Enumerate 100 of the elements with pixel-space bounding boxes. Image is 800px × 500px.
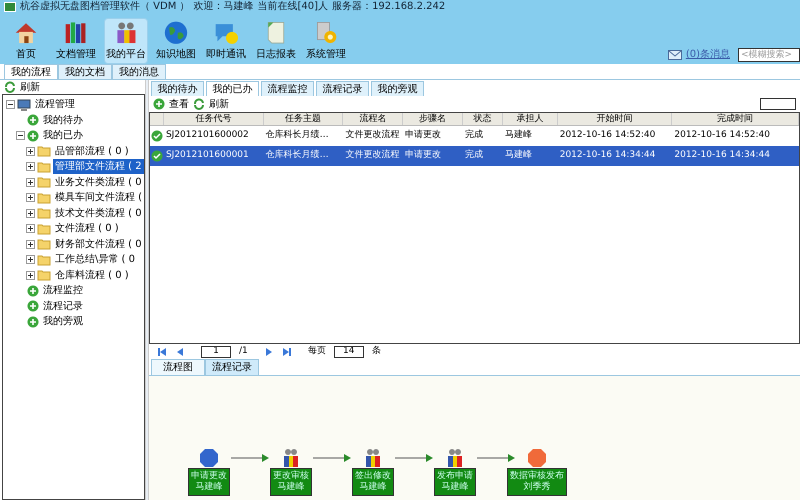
table-cell-text: SJ2012101600001	[164, 149, 250, 162]
messages-link[interactable]: (0)条消息	[686, 47, 730, 62]
tab[interactable]: 流程记录	[316, 81, 369, 96]
search-field[interactable]: <模糊搜索>	[738, 48, 800, 62]
nav-button[interactable]: 日志报表	[254, 18, 298, 64]
tab[interactable]: 流程监控	[261, 81, 314, 96]
minus-box-icon[interactable]	[16, 131, 25, 140]
plus-box-icon[interactable]	[26, 162, 35, 172]
view-button[interactable]: 查看	[169, 96, 189, 112]
table-cell-text: 申请更改	[404, 129, 442, 142]
tree-item[interactable]: 财务部文件流程 ( 0	[53, 236, 144, 252]
plus-box-icon[interactable]	[26, 255, 35, 264]
next-page-icon[interactable]	[264, 347, 274, 357]
column-header: 流程名	[343, 113, 404, 125]
per-page-field[interactable]: 14	[334, 346, 364, 358]
app-title: 杭谷虚拟无盘图档管理软件（ VDM ）	[20, 0, 190, 14]
filter-field[interactable]	[760, 98, 796, 110]
column-header: 完成时间	[672, 113, 799, 125]
tree-item[interactable]: 模具车间文件流程 (	[53, 190, 144, 206]
table-cell-text: 文件更改流程	[344, 149, 400, 162]
table-cell-text: 文件更改流程	[344, 129, 400, 142]
plus-circle-icon	[27, 130, 39, 142]
column-header: 步骤名	[403, 113, 464, 125]
column-header: 承担人	[502, 113, 558, 125]
table-cell-text: 2012-10-16 14:52:40	[558, 129, 656, 142]
refresh-button[interactable]: 刷新	[209, 96, 229, 112]
plus-box-icon[interactable]	[26, 224, 35, 234]
arrow	[395, 454, 433, 462]
tab[interactable]: 我的流程	[4, 64, 58, 79]
plus-circle-icon	[27, 300, 39, 312]
nav-button[interactable]: 即时通讯	[204, 18, 248, 64]
column-header: 任务代号	[164, 113, 264, 125]
refresh-icon	[4, 81, 16, 93]
check-circle-icon	[150, 130, 163, 142]
tree-item[interactable]: 我的旁观	[41, 314, 85, 330]
tree-item[interactable]: 管理部文件流程 ( 2	[53, 159, 144, 174]
column-header: 开始时间	[558, 113, 672, 125]
plus-box-icon[interactable]	[26, 270, 35, 280]
tree-item[interactable]: 我的已办	[41, 128, 85, 144]
table-cell-text: SJ2012101600002	[164, 129, 250, 142]
table-cell-text: 马建峰	[504, 129, 533, 142]
plus-box-icon[interactable]	[26, 208, 35, 218]
table-cell-text: 完成	[464, 129, 484, 142]
nav-button[interactable]: 系统管理	[304, 18, 348, 64]
tab[interactable]: 我的文档	[58, 64, 112, 79]
refresh-icon	[193, 98, 205, 110]
start-sign-icon	[199, 448, 219, 468]
table-cell-text: 申请更改	[404, 149, 442, 162]
table-cell-text: 马建峰	[504, 149, 533, 162]
mail-icon	[668, 50, 682, 60]
unit-label: 条	[372, 345, 381, 358]
tree-item[interactable]: 流程监控	[41, 283, 85, 298]
arrow	[231, 454, 269, 462]
folder-icon	[37, 254, 51, 266]
table-row[interactable]: SJ2012101600001 仓库科长月绩… 文件更改流程 申请更改 完成 马建峰 2012-10-16 14:34:44 2012-10-16 14:34:44	[150, 146, 799, 166]
arrow	[477, 454, 515, 462]
per-page-label: 每页	[308, 345, 326, 358]
tree-item[interactable]: 仓库料流程 ( 0 )	[53, 268, 131, 283]
nav-button[interactable]: 我的平台	[104, 18, 148, 64]
tree-item[interactable]: 工作总结\异常 ( 0	[53, 252, 137, 268]
online-count: 当前在线[40]人	[258, 0, 328, 14]
tree-item[interactable]: 我的待办	[41, 112, 85, 128]
first-page-icon[interactable]	[157, 347, 167, 357]
tree-item[interactable]: 业务文件类流程 ( 0	[53, 174, 144, 190]
tree-item[interactable]: 文件流程 ( 0 )	[53, 221, 121, 236]
table-cell-text: 2012-10-16 14:34:44	[558, 149, 656, 162]
tab[interactable]: 我的消息	[112, 64, 166, 79]
nav-button[interactable]: 文档管理	[54, 18, 98, 64]
plus-box-icon[interactable]	[26, 178, 35, 187]
table-cell-text: 仓库科长月绩…	[264, 129, 330, 142]
column-header: 任务主题	[264, 113, 344, 125]
flow-step-label: 申请更改 马建峰	[188, 468, 230, 496]
page-field[interactable]: 1	[201, 346, 231, 358]
folder-icon	[37, 269, 51, 282]
refresh-button[interactable]: 刷新	[20, 80, 40, 94]
last-page-icon[interactable]	[282, 347, 292, 357]
nav-button[interactable]: 知识地图	[154, 18, 198, 64]
folder-icon	[37, 207, 51, 220]
minus-box-icon[interactable]	[6, 100, 15, 110]
app-logo-icon	[4, 2, 16, 12]
folder-icon	[37, 160, 51, 173]
tab[interactable]: 我的旁观	[371, 81, 424, 96]
plus-circle-icon	[153, 98, 165, 110]
flow-step-label: 发布申请 马建峰	[434, 468, 476, 496]
welcome-text: 欢迎：马建峰	[194, 0, 254, 14]
tree-item[interactable]: 流程记录	[41, 298, 85, 314]
nav-button[interactable]: 首页	[4, 18, 48, 64]
plus-box-icon[interactable]	[26, 193, 35, 202]
tab[interactable]: 我的待办	[151, 81, 204, 96]
tree-item[interactable]: 技术文件类流程 ( 0	[53, 206, 144, 221]
plus-box-icon[interactable]	[26, 240, 35, 249]
tree-item[interactable]: 流程管理	[33, 97, 77, 112]
previous-page-icon[interactable]	[175, 347, 185, 357]
folder-icon	[37, 222, 51, 235]
tab[interactable]: 流程图	[151, 359, 205, 375]
flow-step-label: 更改审核 马建峰	[270, 468, 312, 496]
plus-box-icon[interactable]	[26, 146, 35, 156]
tree-item[interactable]: 品管部流程 ( 0 )	[53, 144, 131, 159]
tab[interactable]: 流程记录	[205, 359, 259, 375]
tab[interactable]: 我的已办	[206, 81, 259, 96]
